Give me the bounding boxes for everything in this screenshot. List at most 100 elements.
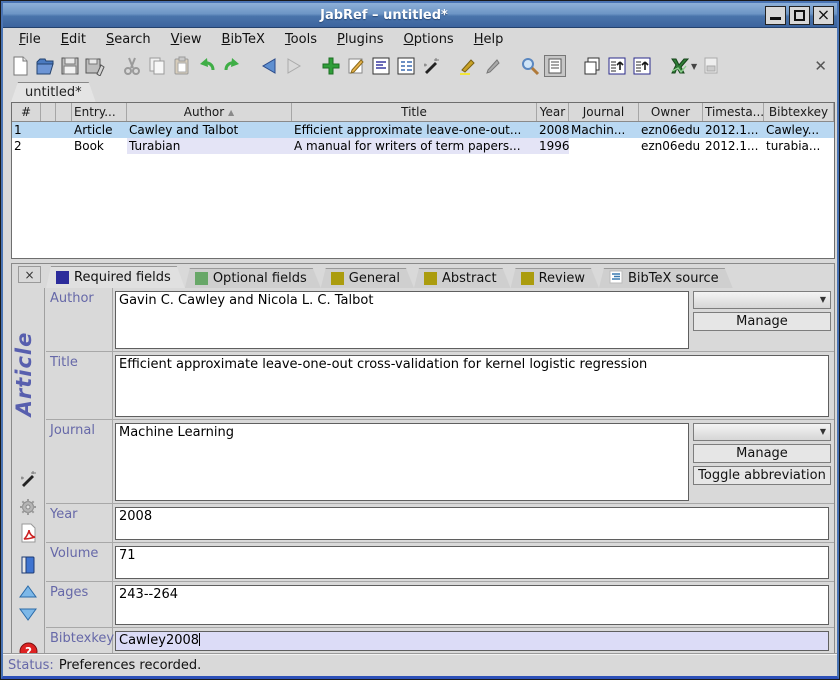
menu-tools[interactable]: Tools (275, 30, 327, 49)
redo-icon[interactable] (221, 55, 243, 77)
unmark-entries-icon[interactable] (482, 55, 504, 77)
tab-review[interactable]: Review (511, 268, 599, 288)
column-header-entrytype[interactable]: Entry... (72, 103, 127, 121)
cell-author[interactable]: Cawley and Talbot (127, 122, 292, 138)
wand-icon[interactable] (17, 468, 39, 490)
tab-bibtex-source[interactable]: BibTeX source (599, 268, 733, 288)
manage-journal-button[interactable]: Manage (693, 444, 831, 463)
journal-dropdown[interactable] (693, 423, 831, 441)
open-database-icon[interactable] (34, 55, 56, 77)
column-header-owner[interactable]: Owner (639, 103, 703, 121)
wand-icon[interactable] (420, 55, 442, 77)
menu-search[interactable]: Search (96, 30, 161, 49)
new-database-icon[interactable] (9, 55, 31, 77)
manage-author-button[interactable]: Manage (693, 312, 831, 331)
author-field[interactable]: Gavin C. Cawley and Nicola L. C. Talbot (115, 291, 689, 349)
menu-bibtex[interactable]: BibTeX (212, 30, 275, 49)
edit-strings-icon[interactable] (395, 55, 417, 77)
cell-blank[interactable] (56, 122, 72, 138)
up-arrow-icon[interactable] (17, 581, 39, 603)
journal-field[interactable]: Machine Learning (115, 423, 689, 501)
save-all-icon[interactable] (84, 55, 106, 77)
book-icon[interactable] (17, 554, 39, 576)
edit-preamble-icon[interactable] (370, 55, 392, 77)
bibtexkey-field[interactable]: Cawley2008 (115, 631, 829, 651)
table-row-1[interactable]: 1 Article Cawley and Talbot Efficient ap… (12, 122, 834, 138)
toggle-abbreviation-button[interactable]: Toggle abbreviation (693, 466, 831, 485)
cell-entrytype[interactable]: Book (72, 138, 127, 154)
cell-timestamp[interactable]: 2012.1... (703, 122, 764, 138)
cell-journal[interactable] (569, 138, 639, 154)
cell-author[interactable]: Turabian (127, 138, 292, 154)
column-header-journal[interactable]: Journal (569, 103, 639, 121)
close-button[interactable]: × (813, 6, 834, 25)
cell-blank[interactable] (41, 138, 56, 154)
pdf-icon[interactable] (17, 522, 39, 544)
cell-owner[interactable]: ezn06edu (639, 138, 703, 154)
undo-icon[interactable] (196, 55, 218, 77)
column-header-bibtexkey[interactable]: Bibtexkey (764, 103, 834, 121)
search-icon[interactable] (519, 55, 541, 77)
menu-plugins[interactable]: Plugins (327, 30, 394, 49)
minimize-button[interactable] (765, 6, 786, 25)
tab-required-fields[interactable]: Required fields (46, 266, 185, 288)
column-header-number[interactable]: # (12, 103, 41, 121)
maximize-button[interactable] (789, 6, 810, 25)
column-header-title[interactable]: Title (292, 103, 537, 121)
menu-options[interactable]: Options (394, 30, 464, 49)
volume-field[interactable]: 71 (115, 546, 829, 579)
cell-entrytype[interactable]: Article (72, 122, 127, 138)
tab-abstract[interactable]: Abstract (414, 268, 511, 288)
copy-icon[interactable] (146, 55, 168, 77)
edit-entry-icon[interactable] (345, 55, 367, 77)
push-to-dropdown-icon[interactable]: ▼ (691, 62, 697, 71)
year-field[interactable]: 2008 (115, 507, 829, 540)
cell-number[interactable]: 2 (12, 138, 41, 154)
cell-owner[interactable]: ezn06edu (639, 122, 703, 138)
import-into-new-database-icon[interactable] (606, 55, 628, 77)
author-dropdown[interactable] (693, 291, 831, 309)
save-database-icon[interactable] (59, 55, 81, 77)
menu-file[interactable]: File (9, 30, 51, 49)
cell-title[interactable]: Efficient approximate leave-one-out... (292, 122, 537, 138)
tab-general[interactable]: General (321, 268, 414, 288)
paste-icon[interactable] (171, 55, 193, 77)
cell-year[interactable]: 2008 (537, 122, 569, 138)
cell-blank[interactable] (56, 138, 72, 154)
column-header-author[interactable]: Author ▲ (127, 103, 292, 121)
toggle-preview-icon[interactable] (544, 55, 566, 77)
table-row-2[interactable]: 2 Book Turabian A manual for writers of … (12, 138, 834, 154)
column-header-timestamp[interactable]: Timesta... (703, 103, 764, 121)
open-file-icon[interactable] (700, 55, 722, 77)
new-entry-icon[interactable] (320, 55, 342, 77)
column-header-blank2[interactable] (56, 103, 72, 121)
push-to-application-icon[interactable] (668, 55, 690, 77)
cell-title[interactable]: A manual for writers of term papers... (292, 138, 537, 154)
menu-help[interactable]: Help (464, 30, 514, 49)
new-subdatabase-pages-icon[interactable] (581, 55, 603, 77)
cell-timestamp[interactable]: 2012.1... (703, 138, 764, 154)
back-icon[interactable] (258, 55, 280, 77)
menu-view[interactable]: View (161, 30, 212, 49)
database-tab-untitled[interactable]: untitled* (11, 82, 96, 102)
column-header-year[interactable]: Year (537, 103, 569, 121)
cell-bibtexkey[interactable]: Cawley... (764, 122, 834, 138)
cell-year[interactable]: 1996 (537, 138, 569, 154)
cell-number[interactable]: 1 (12, 122, 41, 138)
forward-icon[interactable] (283, 55, 305, 77)
cell-journal[interactable]: Machin... (569, 122, 639, 138)
entry-editor-close-button[interactable]: × (18, 266, 41, 283)
mark-entries-icon[interactable] (457, 55, 479, 77)
pages-field[interactable]: 243--264 (115, 585, 829, 625)
down-arrow-icon[interactable] (17, 603, 39, 625)
cell-bibtexkey[interactable]: turabia... (764, 138, 834, 154)
cell-blank[interactable] (41, 122, 56, 138)
title-field[interactable]: Efficient approximate leave-one-out cros… (115, 355, 829, 417)
gear-icon[interactable] (17, 496, 39, 518)
toolbar-close-icon[interactable]: ✕ (814, 57, 827, 75)
menu-edit[interactable]: Edit (51, 30, 96, 49)
tab-optional-fields[interactable]: Optional fields (185, 268, 321, 288)
column-header-blank1[interactable] (41, 103, 56, 121)
import-into-current-database-icon[interactable] (631, 55, 653, 77)
cut-icon[interactable] (121, 55, 143, 77)
